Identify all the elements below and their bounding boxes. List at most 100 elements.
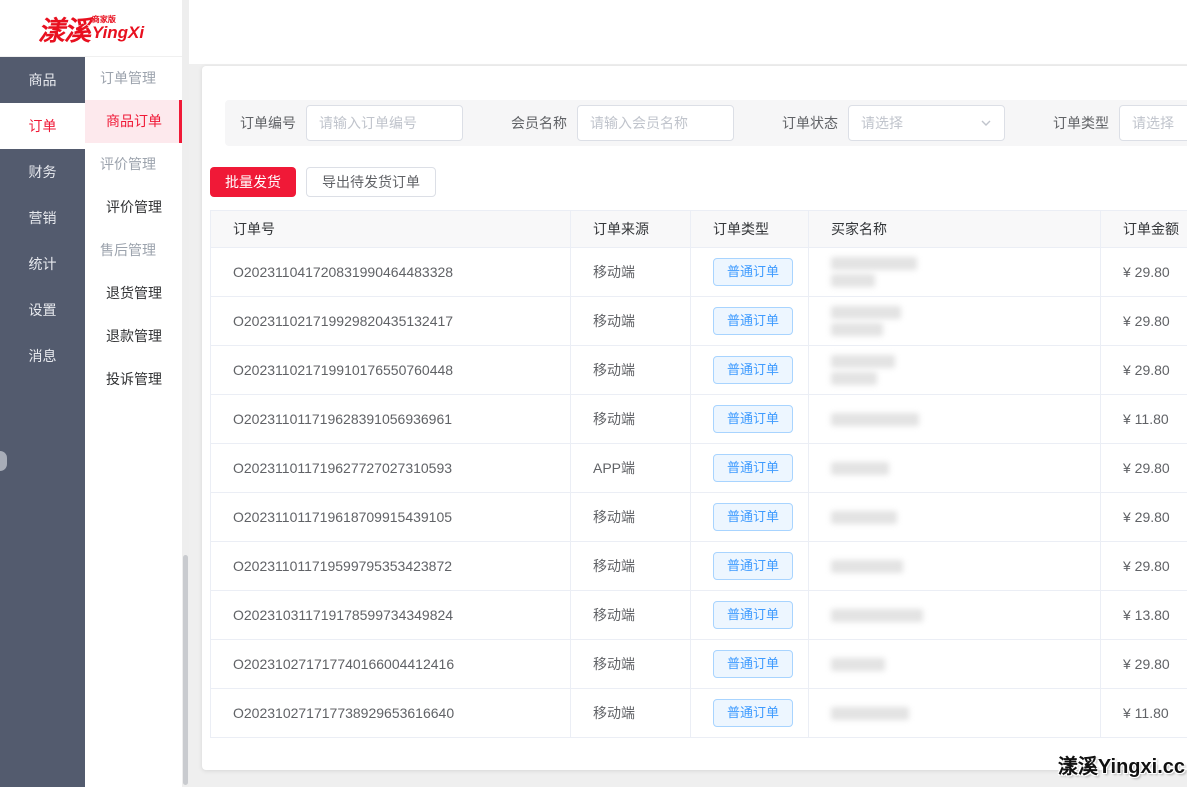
filter-input-会员名称[interactable] — [577, 105, 734, 141]
buyer-name-cell — [809, 542, 1101, 590]
secondary-nav-group-评价管理[interactable]: 评价管理 — [85, 143, 182, 186]
order-source-cell: 移动端 — [571, 542, 691, 590]
order-amount-cell: ¥ 29.80 — [1101, 248, 1187, 296]
brand-logo: 漾溪 商家版 YingXi — [0, 0, 182, 57]
order-type-cell: 普通订单 — [691, 542, 809, 590]
watermark: 漾溪Yingxi.cc — [1058, 750, 1185, 779]
export-pending-orders-button[interactable]: 导出待发货订单 — [306, 167, 436, 197]
order-amount-cell: ¥ 11.80 — [1101, 689, 1187, 737]
secondary-nav-group-订单管理[interactable]: 订单管理 — [85, 57, 182, 100]
filter-item: 订单类型 请选择 — [1053, 105, 1187, 141]
vertical-scrollbar-thumb[interactable] — [183, 555, 188, 785]
secondary-nav: 订单管理商品订单评价管理评价管理售后管理退货管理退款管理投诉管理 — [85, 57, 182, 787]
order-source-cell: APP端 — [571, 444, 691, 492]
buyer-name-cell — [809, 248, 1101, 296]
primary-nav-item-订单[interactable]: 订单 — [0, 103, 85, 149]
order-number-cell: O202310311719178599734349824 — [211, 591, 571, 639]
filter-item: 会员名称 — [511, 105, 734, 141]
batch-ship-button[interactable]: 批量发货 — [210, 167, 296, 197]
order-amount-cell: ¥ 29.80 — [1101, 444, 1187, 492]
orders-table: 订单号订单来源订单类型买家名称订单金额 O2023110417208319904… — [210, 210, 1187, 738]
buyer-name-blurred — [831, 511, 897, 524]
order-type-cell: 普通订单 — [691, 689, 809, 737]
order-type-badge: 普通订单 — [713, 650, 793, 678]
table-row[interactable]: O202311011719599795353423872移动端普通订单 ¥ 29.… — [211, 542, 1187, 591]
order-type-cell: 普通订单 — [691, 640, 809, 688]
order-amount-cell: ¥ 29.80 — [1101, 297, 1187, 345]
table-header-cell: 订单金额 — [1101, 211, 1187, 247]
blur-line — [831, 560, 903, 573]
table-row[interactable]: O202311011719627727027310593APP端普通订单¥ 29… — [211, 444, 1187, 493]
order-type-cell: 普通订单 — [691, 444, 809, 492]
table-row[interactable]: O202311011719628391056936961移动端普通订单¥ 11.… — [211, 395, 1187, 444]
secondary-nav-item-退货管理[interactable]: 退货管理 — [85, 272, 182, 315]
secondary-nav-group-售后管理[interactable]: 售后管理 — [85, 229, 182, 272]
order-number-cell: O202311041720831990464483328 — [211, 248, 571, 296]
blur-line — [831, 274, 875, 287]
filter-label: 订单类型 — [1053, 113, 1109, 133]
secondary-nav-item-评价管理[interactable]: 评价管理 — [85, 186, 182, 229]
table-header-cell: 订单号 — [211, 211, 571, 247]
primary-nav-item-统计[interactable]: 统计 — [0, 241, 85, 287]
order-source-cell: 移动端 — [571, 297, 691, 345]
buyer-name-blurred — [831, 707, 909, 720]
blur-line — [831, 372, 877, 385]
primary-nav-item-设置[interactable]: 设置 — [0, 287, 85, 333]
buyer-name-blurred — [831, 609, 923, 622]
brand-name-cn: 漾溪 — [38, 9, 90, 48]
blur-line — [831, 658, 885, 671]
order-type-badge: 普通订单 — [713, 454, 793, 482]
order-number-cell: O202311011719599795353423872 — [211, 542, 571, 590]
table-row[interactable]: O202311021719910176550760448移动端普通订单 ¥ 29.… — [211, 346, 1187, 395]
order-source-cell: 移动端 — [571, 346, 691, 394]
vertical-scrollbar-track[interactable] — [182, 0, 189, 787]
filter-bar: 订单编号会员名称订单状态请选择订单类型请选择 — [225, 100, 1187, 146]
order-amount-cell: ¥ 29.80 — [1101, 640, 1187, 688]
buyer-name-cell — [809, 346, 1101, 394]
table-header-row: 订单号订单来源订单类型买家名称订单金额 — [211, 211, 1187, 248]
order-number-cell: O202311021719910176550760448 — [211, 346, 571, 394]
order-type-cell: 普通订单 — [691, 395, 809, 443]
table-row[interactable]: O202310311719178599734349824移动端普通订单¥ 13.… — [211, 591, 1187, 640]
order-type-cell: 普通订单 — [691, 591, 809, 639]
buyer-name-cell — [809, 493, 1101, 541]
filter-input-订单编号[interactable] — [306, 105, 463, 141]
primary-nav-item-消息[interactable]: 消息 — [0, 333, 85, 379]
blur-line — [831, 413, 919, 426]
blur-line — [831, 511, 897, 524]
filter-label: 订单状态 — [782, 113, 838, 133]
table-row[interactable]: O202311011719618709915439105移动端普通订单¥ 29.… — [211, 493, 1187, 542]
buyer-name-cell — [809, 591, 1101, 639]
filter-item: 订单编号 — [240, 105, 463, 141]
secondary-nav-item-退款管理[interactable]: 退款管理 — [85, 315, 182, 358]
table-row[interactable]: O202311021719929820435132417移动端普通订单¥ 29.… — [211, 297, 1187, 346]
table-body: O202311041720831990464483328移动端普通订单¥ 29.… — [211, 248, 1187, 738]
order-number-cell: O202311011719618709915439105 — [211, 493, 571, 541]
secondary-nav-item-商品订单[interactable]: 商品订单 — [85, 100, 182, 143]
buyer-name-cell — [809, 689, 1101, 737]
order-type-badge: 普通订单 — [713, 356, 793, 384]
order-number-cell: O202310271717740166004412416 — [211, 640, 571, 688]
order-number-cell: O202311011719628391056936961 — [211, 395, 571, 443]
buyer-name-blurred — [831, 658, 885, 671]
primary-nav-item-商品[interactable]: 商品 — [0, 57, 85, 103]
table-header-cell: 买家名称 — [809, 211, 1101, 247]
filter-select-订单状态[interactable]: 请选择 — [848, 105, 1005, 141]
order-amount-cell: ¥ 29.80 — [1101, 542, 1187, 590]
select-placeholder: 请选择 — [1132, 113, 1174, 133]
primary-nav-item-营销[interactable]: 营销 — [0, 195, 85, 241]
filter-select-订单类型[interactable]: 请选择 — [1119, 105, 1187, 141]
table-row[interactable]: O202310271717738929653616640移动端普通订单¥ 11.… — [211, 689, 1187, 738]
order-source-cell: 移动端 — [571, 248, 691, 296]
table-row[interactable]: O202310271717740166004412416移动端普通订单¥ 29.… — [211, 640, 1187, 689]
filter-item: 订单状态请选择 — [782, 105, 1005, 141]
secondary-nav-item-投诉管理[interactable]: 投诉管理 — [85, 358, 182, 401]
order-type-badge: 普通订单 — [713, 307, 793, 335]
buyer-name-blurred — [831, 413, 919, 426]
order-type-badge: 普通订单 — [713, 699, 793, 727]
content-card: 订单编号会员名称订单状态请选择订单类型请选择 批量发货 导出待发货订单 订单号订… — [202, 66, 1187, 770]
blur-line — [831, 609, 923, 622]
primary-nav-item-财务[interactable]: 财务 — [0, 149, 85, 195]
order-amount-cell: ¥ 29.80 — [1101, 346, 1187, 394]
table-row[interactable]: O202311041720831990464483328移动端普通订单¥ 29.… — [211, 248, 1187, 297]
